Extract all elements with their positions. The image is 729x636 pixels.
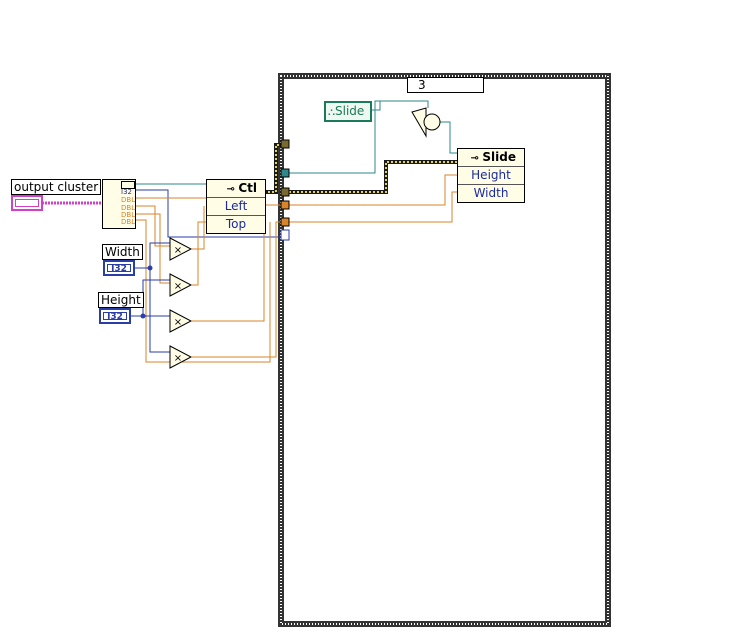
width-type: I32 <box>107 264 131 274</box>
case-selector[interactable]: 3 <box>407 77 484 93</box>
height-label: Height <box>98 292 144 308</box>
width-label: Width <box>102 244 143 260</box>
reference-icon: ⊸ <box>226 184 239 195</box>
reference-icon: ⊸ <box>470 153 483 164</box>
case-selector-value: 3 <box>418 78 426 92</box>
ctl-node-title: ⊸ Ctl <box>226 181 257 195</box>
reference-wire[interactable] <box>264 143 458 194</box>
unbundle-row-dbl: DBL <box>121 196 136 204</box>
slide-prop-width[interactable]: Width <box>458 184 524 202</box>
slide-node-title: ⊸ Slide <box>470 150 516 164</box>
svg-text:×: × <box>174 317 182 328</box>
height-terminal[interactable]: I32 <box>99 308 131 324</box>
output-cluster-label: output cluster <box>11 179 102 195</box>
unbundle-row-dbl: DBL <box>121 218 136 226</box>
ctl-prop-top[interactable]: Top <box>207 215 265 233</box>
control-ref-icon: ⛬ <box>328 107 335 118</box>
case-structure <box>278 73 611 627</box>
ctl-property-node[interactable]: ⊸ Ctl Left Top <box>206 179 266 234</box>
not-equal-node[interactable] <box>411 107 441 138</box>
slide-prop-height[interactable]: Height <box>458 166 524 184</box>
slide-property-node[interactable]: ⊸ Slide Height Width <box>457 148 525 203</box>
cluster-icon <box>15 199 39 207</box>
svg-text:×: × <box>174 281 182 292</box>
unbundle-node[interactable]: I32 DBL DBL DBL DBL <box>102 179 136 229</box>
unbundle-row-i32: I32 <box>121 188 132 196</box>
output-cluster-terminal[interactable] <box>11 195 43 211</box>
slide-reference[interactable]: ⛬Slide <box>324 101 372 122</box>
svg-text:×: × <box>174 245 182 256</box>
svg-text:×: × <box>174 353 182 364</box>
width-terminal[interactable]: I32 <box>103 260 135 276</box>
height-type: I32 <box>103 312 127 322</box>
ctl-prop-left[interactable]: Left <box>207 197 265 215</box>
multiply-function[interactable] <box>169 237 193 369</box>
